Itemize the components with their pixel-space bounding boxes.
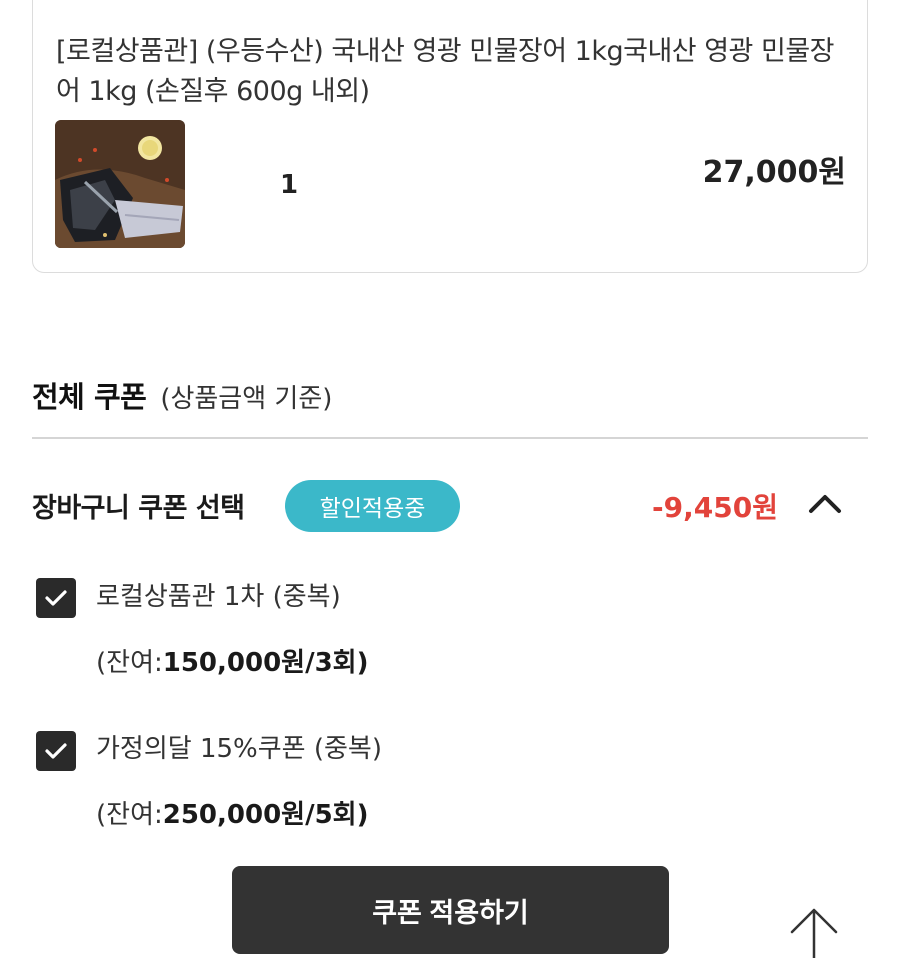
section-divider xyxy=(32,437,868,439)
eel-fillet-photo xyxy=(55,120,185,248)
coupon-remaining: (잔여:250,000원/5회) xyxy=(96,794,368,831)
product-price: 27,000원 xyxy=(702,155,846,190)
product-thumbnail[interactable] xyxy=(55,120,185,248)
checkmark-icon xyxy=(45,590,67,606)
product-title[interactable]: [로컬상품관] (우등수산) 국내산 영광 민물장어 1kg국내산 영광 민물장… xyxy=(56,32,846,112)
section-title-sub: (상품금액 기준) xyxy=(160,384,333,414)
coupon-checkbox[interactable] xyxy=(36,578,76,618)
remaining-prefix: (잔여: xyxy=(96,648,163,678)
coupon-checkbox[interactable] xyxy=(36,731,76,771)
remaining-prefix: (잔여: xyxy=(96,800,163,830)
coupon-remaining: (잔여:150,000원/3회) xyxy=(96,642,368,679)
remaining-value: 150,000원/3회) xyxy=(162,648,369,678)
cart-coupon-label[interactable]: 장바구니 쿠폰 선택 xyxy=(32,486,245,525)
coupon-name: 가정의달 15%쿠폰 (중복) xyxy=(96,734,382,764)
coupon-name: 로컬상품관 1차 (중복) xyxy=(96,582,341,612)
discount-status-badge: 할인적용중 xyxy=(285,480,460,532)
remaining-value: 250,000원/5회) xyxy=(162,800,369,830)
arrow-up-icon[interactable] xyxy=(788,906,840,958)
coupon-section-title: 전체 쿠폰 (상품금액 기준) xyxy=(32,374,332,416)
product-quantity: 1 xyxy=(280,170,299,200)
discount-amount: -9,450원 xyxy=(652,491,778,524)
chevron-up-icon[interactable] xyxy=(808,492,842,514)
apply-coupon-button[interactable]: 쿠폰 적용하기 xyxy=(232,866,669,954)
checkmark-icon xyxy=(45,743,67,759)
section-title-main: 전체 쿠폰 xyxy=(32,380,147,414)
